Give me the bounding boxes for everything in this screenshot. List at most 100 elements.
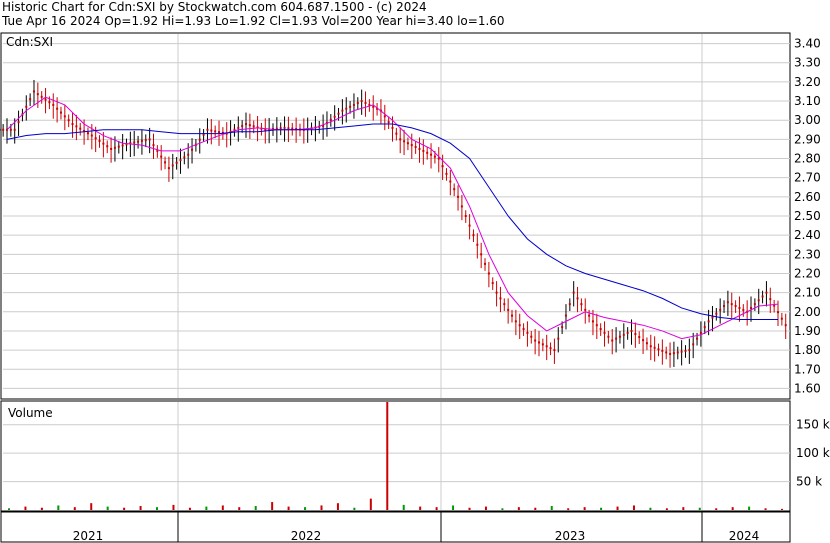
price-close-marker <box>460 205 463 208</box>
price-close-marker <box>692 343 695 346</box>
price-close-marker <box>761 295 764 298</box>
price-close-marker <box>699 331 702 334</box>
price-close-marker <box>441 165 444 168</box>
price-close-marker <box>283 126 286 129</box>
price-close-marker <box>491 282 494 285</box>
price-close-marker <box>148 138 151 141</box>
price-close-marker <box>669 352 672 355</box>
price-close-marker <box>2 128 5 131</box>
price-close-marker <box>784 324 787 327</box>
price-close-marker <box>121 144 124 147</box>
price-close-marker <box>137 140 140 143</box>
price-close-marker <box>237 126 240 129</box>
price-close-marker <box>206 128 209 131</box>
price-close-marker <box>576 297 579 300</box>
price-close-marker <box>780 317 783 320</box>
price-tick-label: 1.90 <box>794 324 821 338</box>
price-close-marker <box>356 101 359 104</box>
price-close-marker <box>102 142 105 145</box>
price-close-marker <box>603 331 606 334</box>
price-close-marker <box>599 328 602 331</box>
price-close-marker <box>167 167 170 170</box>
price-close-marker <box>734 305 737 308</box>
price-close-marker <box>642 339 645 342</box>
price-close-marker <box>769 298 772 301</box>
price-close-marker <box>534 339 537 342</box>
price-close-marker <box>634 333 637 336</box>
price-tick-label: 3.00 <box>794 113 821 127</box>
price-close-marker <box>472 234 475 237</box>
price-close-marker <box>248 124 251 127</box>
price-close-marker <box>214 130 217 133</box>
price-close-marker <box>468 224 471 227</box>
price-close-marker <box>526 331 529 334</box>
price-close-marker <box>164 161 167 164</box>
price-close-marker <box>29 98 32 101</box>
price-close-marker <box>183 156 186 159</box>
price-close-marker <box>522 328 525 331</box>
price-close-marker <box>17 121 20 124</box>
volume-panel <box>0 400 791 512</box>
price-close-marker <box>252 125 255 128</box>
price-close-marker <box>399 138 402 141</box>
price-close-marker <box>653 346 656 349</box>
price-close-marker <box>287 127 290 130</box>
price-close-marker <box>387 121 390 124</box>
price-close-marker <box>649 345 652 348</box>
price-close-marker <box>750 306 753 309</box>
price-close-marker <box>453 188 456 191</box>
price-tick-label: 3.40 <box>794 37 821 51</box>
price-close-marker <box>187 153 190 156</box>
price-close-marker <box>44 98 47 101</box>
price-tick-label: 3.30 <box>794 56 821 70</box>
price-close-marker <box>110 147 113 150</box>
price-close-marker <box>445 172 448 175</box>
price-tick-label: 2.30 <box>794 247 821 261</box>
price-close-marker <box>360 100 363 103</box>
price-close-marker <box>530 335 533 338</box>
price-tick-label: 1.70 <box>794 362 821 376</box>
price-close-marker <box>75 125 78 128</box>
x-axis-year-label: 2023 <box>555 529 586 543</box>
price-close-marker <box>90 134 93 137</box>
price-close-marker <box>430 153 433 156</box>
x-axis-year-label: 2021 <box>73 529 104 543</box>
price-close-marker <box>514 320 517 323</box>
volume-tick-label: 150 k <box>796 418 830 432</box>
price-close-marker <box>499 297 502 300</box>
price-close-marker <box>615 337 618 340</box>
volume-y-axis: 150 k 100 k 50 k <box>796 418 830 489</box>
price-tick-label: 3.20 <box>794 75 821 89</box>
price-close-marker <box>595 324 598 327</box>
price-tick-label: 1.80 <box>794 343 821 357</box>
price-close-marker <box>665 351 668 354</box>
price-close-marker <box>684 349 687 352</box>
price-close-marker <box>742 308 745 311</box>
price-close-marker <box>688 349 691 352</box>
price-close-marker <box>349 105 352 108</box>
price-close-marker <box>179 159 182 162</box>
price-close-marker <box>484 262 487 265</box>
price-y-axis: 3.40 3.30 3.20 3.10 3.00 2.90 2.80 2.70 2.60 2.50… <box>794 37 821 396</box>
price-tick-label: 3.10 <box>794 94 821 108</box>
price-close-marker <box>561 326 564 329</box>
price-close-marker <box>406 142 409 145</box>
price-close-marker <box>210 129 213 132</box>
price-close-marker <box>480 253 483 256</box>
price-tick-label: 2.00 <box>794 305 821 319</box>
price-close-marker <box>719 308 722 311</box>
price-close-marker <box>403 140 406 143</box>
price-close-marker <box>98 139 101 142</box>
price-close-marker <box>40 95 43 98</box>
price-close-marker <box>352 103 355 106</box>
price-close-marker <box>726 301 729 304</box>
price-close-marker <box>757 299 760 302</box>
price-close-marker <box>541 343 544 346</box>
price-close-marker <box>337 112 340 115</box>
price-close-marker <box>32 90 35 93</box>
price-close-marker <box>549 347 552 350</box>
price-close-marker <box>657 348 660 351</box>
price-close-marker <box>723 305 726 308</box>
price-close-marker <box>59 111 62 114</box>
price-close-marker <box>345 107 348 110</box>
